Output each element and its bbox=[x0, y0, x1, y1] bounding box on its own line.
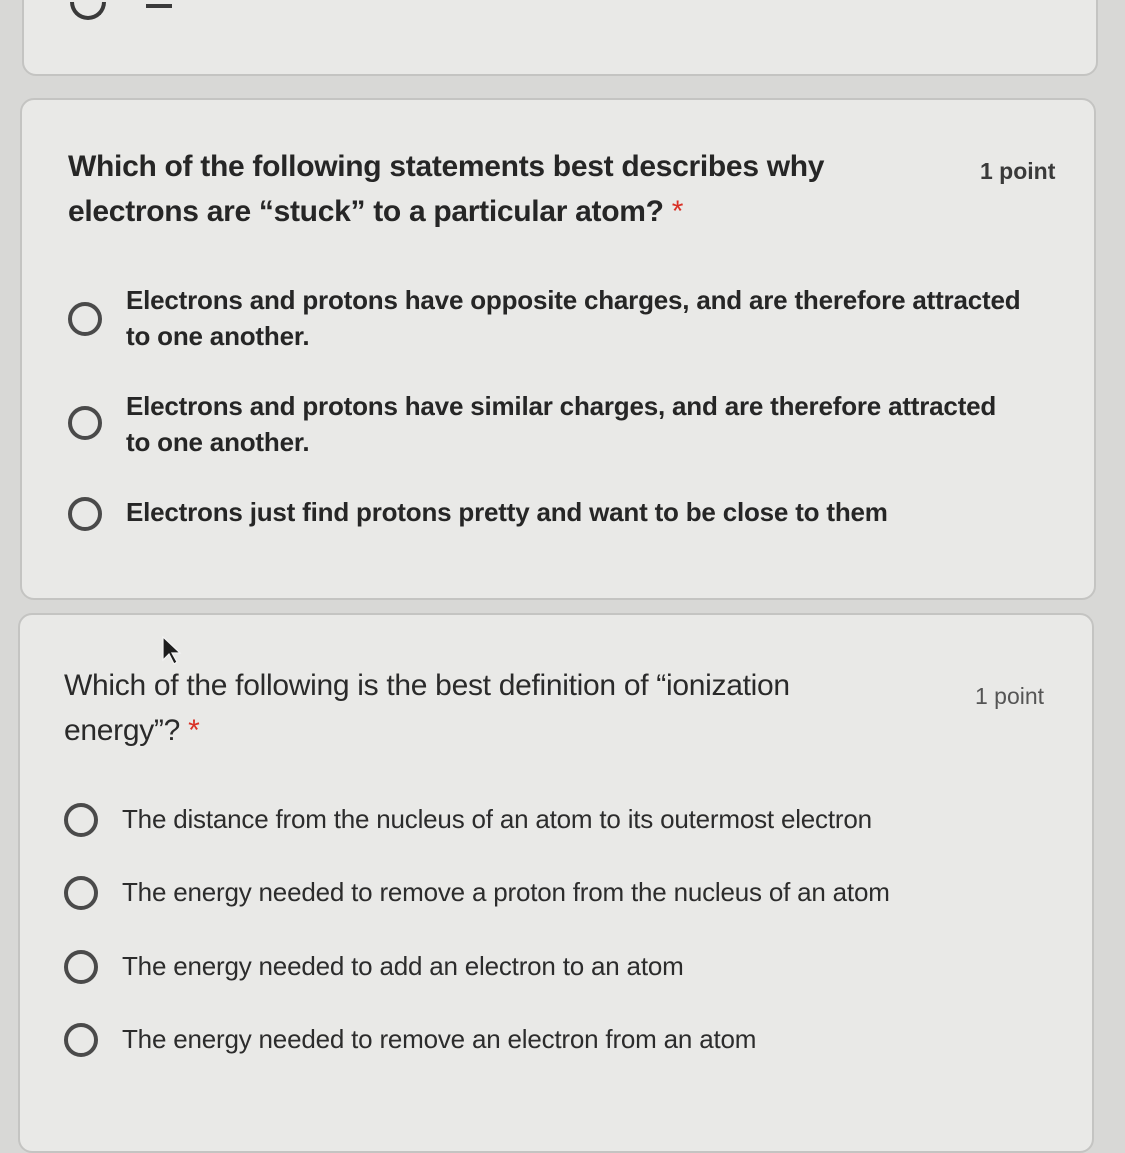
option-2-3[interactable]: The energy needed to add an electron to … bbox=[64, 948, 1044, 988]
question-title-2: Which of the following is the best defin… bbox=[64, 663, 864, 753]
option-label: The energy needed to remove a proton fro… bbox=[122, 877, 890, 907]
radio-button[interactable] bbox=[64, 876, 98, 910]
question-card-2: Which of the following is the best defin… bbox=[18, 613, 1094, 1153]
option-1-3[interactable]: Electrons just find protons pretty and w… bbox=[68, 494, 1048, 534]
option-1-2[interactable]: Electrons and protons have similar charg… bbox=[68, 388, 1048, 464]
radio-button[interactable] bbox=[64, 950, 98, 984]
option-2-4[interactable]: The energy needed to remove an electron … bbox=[64, 1021, 1044, 1061]
required-asterisk: * bbox=[188, 714, 200, 747]
option-label: The distance from the nucleus of an atom… bbox=[122, 804, 872, 834]
option-label: Electrons just find protons pretty and w… bbox=[126, 497, 888, 527]
radio-button[interactable] bbox=[68, 406, 102, 440]
radio-partial-icon bbox=[70, 2, 106, 20]
question-text-1: Which of the following statements best d… bbox=[68, 150, 825, 228]
points-label-2: 1 point bbox=[975, 683, 1045, 709]
question-title-1: Which of the following statements best d… bbox=[68, 144, 958, 234]
partial-option-text bbox=[146, 4, 172, 8]
points-label-1: 1 point bbox=[980, 158, 1056, 184]
option-2-2[interactable]: The energy needed to remove a proton fro… bbox=[64, 874, 1044, 914]
question-text-2: Which of the following is the best defin… bbox=[64, 669, 790, 747]
option-label: Electrons and protons have opposite char… bbox=[126, 285, 1021, 351]
previous-question-card bbox=[22, 0, 1098, 76]
option-2-1[interactable]: The distance from the nucleus of an atom… bbox=[64, 801, 1044, 841]
radio-button[interactable] bbox=[68, 302, 102, 336]
radio-button[interactable] bbox=[68, 497, 102, 531]
mouse-cursor-icon bbox=[162, 636, 182, 665]
radio-button[interactable] bbox=[64, 1023, 98, 1057]
question-card-1: Which of the following statements best d… bbox=[20, 98, 1096, 600]
radio-button[interactable] bbox=[64, 803, 98, 837]
option-1-1[interactable]: Electrons and protons have opposite char… bbox=[68, 282, 1048, 358]
option-label: The energy needed to remove an electron … bbox=[122, 1024, 757, 1054]
required-asterisk: * bbox=[671, 195, 684, 228]
option-label: The energy needed to add an electron to … bbox=[122, 951, 684, 981]
option-label: Electrons and protons have similar charg… bbox=[126, 391, 997, 457]
